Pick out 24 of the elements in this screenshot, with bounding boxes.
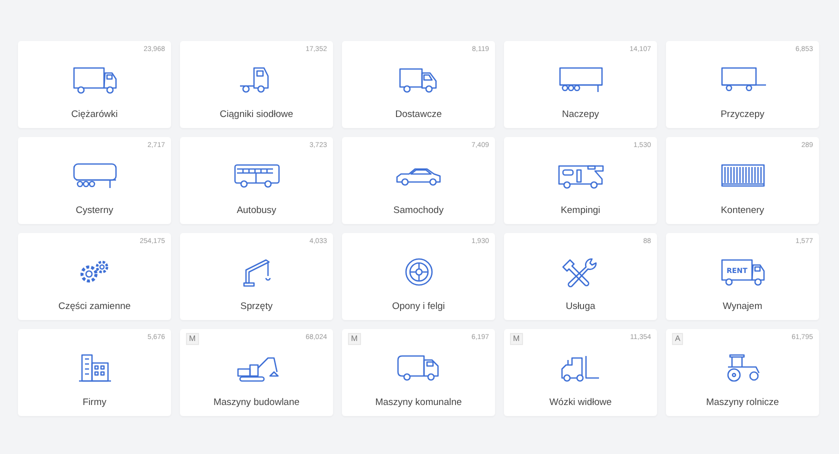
category-label: Maszyny budowlane [213,397,300,408]
category-label: Maszyny komunalne [375,397,462,408]
category-label: Naczepy [562,109,599,120]
category-label: Ciężarówki [71,109,118,120]
category-label: Maszyny rolnicze [706,397,779,408]
category-label: Firmy [82,397,106,408]
category-label: Opony i felgi [392,301,445,312]
brand-badge: M [510,333,523,345]
brand-badge: A [672,333,684,345]
category-label: Usługa [566,301,596,312]
brand-badge: M [186,333,199,345]
category-label: Samochody [393,205,444,216]
category-label: Wózki widłowe [549,397,612,408]
category-label: Kontenery [720,205,764,216]
category-label: Przyczepy [720,109,764,120]
category-label: Części zamienne [58,301,131,312]
category-label: Autobusy [236,205,276,216]
category-label: Cysterny [76,205,114,216]
category-label: Wynajem [722,301,762,312]
brand-badge: M [348,333,361,345]
category-label: Sprzęty [240,301,273,312]
category-label: Dostawcze [395,109,442,120]
category-label: Kempingi [560,205,600,216]
category-label: Ciągniki siodłowe [220,109,294,120]
